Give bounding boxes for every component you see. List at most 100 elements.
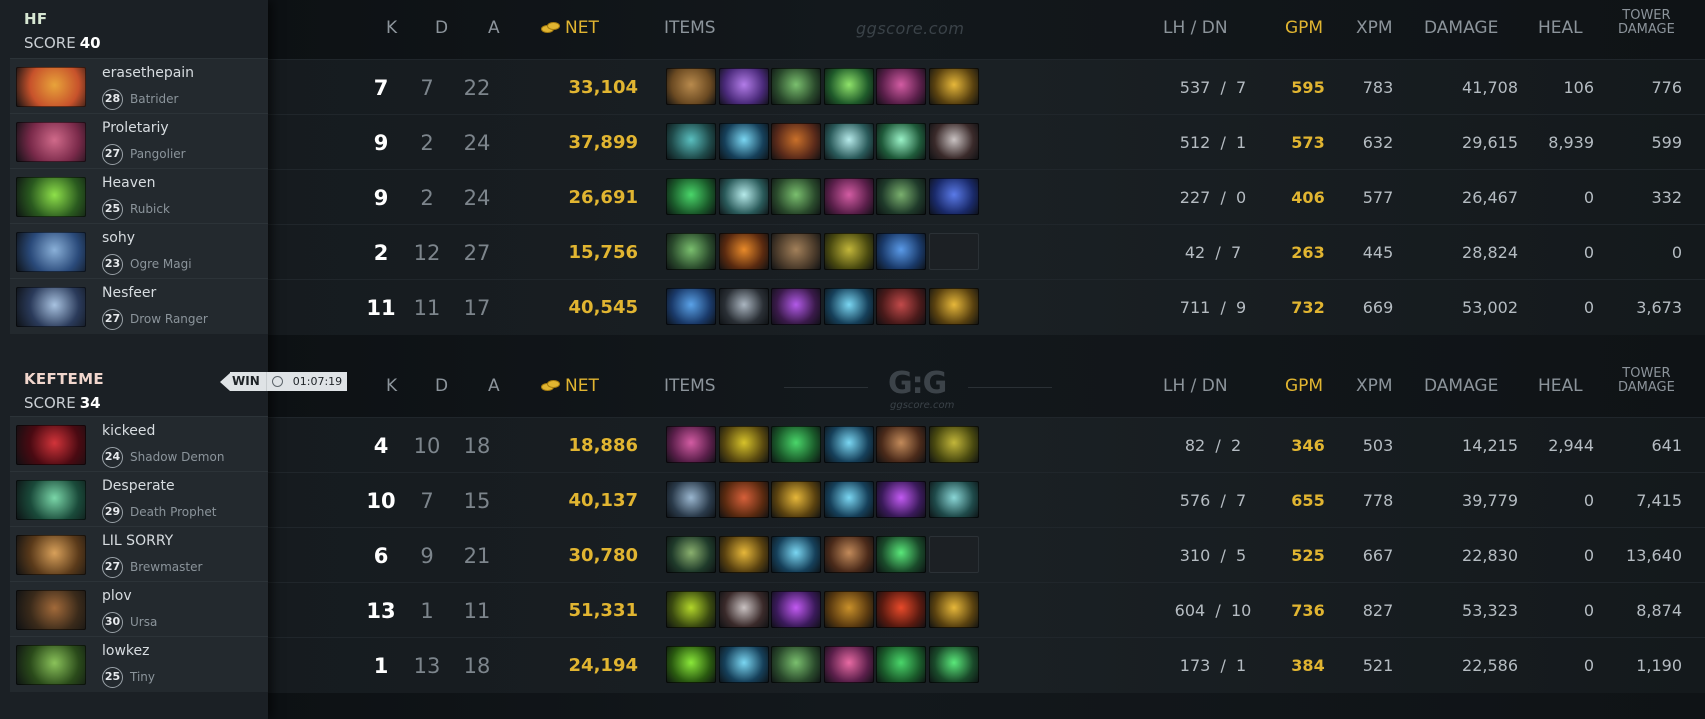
col-tower-damage[interactable]: TOWER DAMAGE bbox=[1618, 367, 1675, 395]
item-icon[interactable] bbox=[928, 123, 979, 160]
item-icon[interactable] bbox=[771, 178, 821, 215]
col-heal[interactable]: HEAL bbox=[1538, 18, 1583, 38]
item-icon[interactable] bbox=[823, 591, 874, 628]
player-card[interactable]: Nesfeer 27 Drow Ranger bbox=[10, 278, 268, 334]
item-icon[interactable] bbox=[666, 288, 716, 325]
player-card[interactable]: Heaven 25 Rubick bbox=[10, 168, 268, 224]
col-gpm[interactable]: GPM bbox=[1285, 18, 1323, 38]
item-icon[interactable] bbox=[666, 481, 716, 518]
item-icon[interactable] bbox=[823, 481, 874, 518]
item-icon[interactable] bbox=[823, 68, 874, 105]
player-name[interactable]: Nesfeer bbox=[102, 285, 156, 301]
player-card[interactable]: lowkez 25 Tiny bbox=[10, 636, 268, 692]
player-card[interactable]: sohy 23 Ogre Magi bbox=[10, 223, 268, 279]
item-icon[interactable] bbox=[823, 646, 874, 683]
item-icon[interactable] bbox=[876, 646, 926, 683]
item-icon[interactable] bbox=[771, 481, 821, 518]
item-icon[interactable] bbox=[718, 591, 769, 628]
col-xpm[interactable]: XPM bbox=[1356, 376, 1393, 396]
item-icon[interactable] bbox=[876, 591, 926, 628]
item-icon[interactable] bbox=[666, 178, 716, 215]
col-lh-dn[interactable]: LH / DN bbox=[1163, 18, 1228, 38]
player-name[interactable]: plov bbox=[102, 588, 132, 604]
item-icon[interactable] bbox=[823, 233, 874, 270]
player-name[interactable]: Proletariy bbox=[102, 120, 169, 136]
item-icon[interactable] bbox=[718, 288, 769, 325]
col-a[interactable]: A bbox=[488, 18, 500, 38]
item-icon[interactable] bbox=[876, 426, 926, 463]
col-xpm[interactable]: XPM bbox=[1356, 18, 1393, 38]
item-icon[interactable] bbox=[666, 646, 716, 683]
item-icon[interactable] bbox=[876, 481, 926, 518]
item-icon[interactable] bbox=[876, 233, 926, 270]
player-name[interactable]: LIL SORRY bbox=[102, 533, 173, 549]
col-damage[interactable]: DAMAGE bbox=[1424, 376, 1498, 396]
player-card[interactable]: Desperate 29 Death Prophet bbox=[10, 471, 268, 527]
item-icon[interactable] bbox=[771, 536, 821, 573]
item-icon[interactable] bbox=[823, 178, 874, 215]
item-icon[interactable] bbox=[718, 123, 769, 160]
player-name[interactable]: Heaven bbox=[102, 175, 156, 191]
player-card[interactable]: erasethepain 28 Batrider bbox=[10, 58, 268, 114]
player-name[interactable]: kickeed bbox=[102, 423, 155, 439]
item-icon[interactable] bbox=[771, 233, 821, 270]
item-icon[interactable] bbox=[718, 233, 769, 270]
col-a[interactable]: A bbox=[488, 376, 500, 396]
item-icon[interactable] bbox=[928, 481, 979, 518]
item-icon[interactable] bbox=[876, 536, 926, 573]
item-icon[interactable] bbox=[823, 536, 874, 573]
col-k[interactable]: K bbox=[386, 18, 397, 38]
item-icon[interactable] bbox=[666, 68, 716, 105]
item-icon[interactable] bbox=[771, 68, 821, 105]
player-name[interactable]: Desperate bbox=[102, 478, 175, 494]
item-icon[interactable] bbox=[718, 646, 769, 683]
item-icon[interactable] bbox=[876, 288, 926, 325]
item-icon[interactable] bbox=[928, 68, 979, 105]
item-icon[interactable] bbox=[771, 646, 821, 683]
item-icon[interactable] bbox=[928, 426, 979, 463]
item-icon[interactable] bbox=[771, 288, 821, 325]
col-damage[interactable]: DAMAGE bbox=[1424, 18, 1498, 38]
item-icon[interactable] bbox=[666, 123, 716, 160]
item-icon[interactable] bbox=[928, 646, 979, 683]
item-icon[interactable] bbox=[718, 178, 769, 215]
player-name[interactable]: sohy bbox=[102, 230, 135, 246]
item-icon[interactable] bbox=[876, 68, 926, 105]
item-icon[interactable] bbox=[718, 426, 769, 463]
item-icon[interactable] bbox=[928, 591, 979, 628]
player-name[interactable]: erasethepain bbox=[102, 65, 194, 81]
player-card[interactable]: LIL SORRY 27 Brewmaster bbox=[10, 526, 268, 582]
item-icon[interactable] bbox=[771, 426, 821, 463]
item-icon[interactable] bbox=[876, 123, 926, 160]
item-icon[interactable] bbox=[771, 591, 821, 628]
col-d[interactable]: D bbox=[435, 18, 448, 38]
col-gpm[interactable]: GPM bbox=[1285, 376, 1323, 396]
player-card[interactable]: kickeed 24 Shadow Demon bbox=[10, 416, 268, 472]
item-icon[interactable] bbox=[771, 123, 821, 160]
item-icon[interactable] bbox=[823, 426, 874, 463]
col-net[interactable]: NET bbox=[541, 376, 599, 396]
item-icon[interactable] bbox=[666, 426, 716, 463]
col-heal[interactable]: HEAL bbox=[1538, 376, 1583, 396]
player-name[interactable]: lowkez bbox=[102, 643, 149, 659]
item-icon[interactable] bbox=[823, 288, 874, 325]
player-card[interactable]: Proletariy 27 Pangolier bbox=[10, 113, 268, 169]
item-icon[interactable] bbox=[718, 68, 769, 105]
col-d[interactable]: D bbox=[435, 376, 448, 396]
item-icon[interactable] bbox=[823, 123, 874, 160]
item-icon[interactable] bbox=[666, 591, 716, 628]
item-icon[interactable] bbox=[666, 536, 716, 573]
item-icon[interactable] bbox=[666, 233, 716, 270]
item-icon[interactable] bbox=[876, 178, 926, 215]
col-lh-dn[interactable]: LH / DN bbox=[1163, 376, 1228, 396]
col-net[interactable]: NET bbox=[541, 18, 599, 38]
item-icon[interactable] bbox=[718, 536, 769, 573]
col-tower-damage[interactable]: TOWER DAMAGE bbox=[1618, 9, 1675, 37]
item-icon[interactable] bbox=[928, 288, 979, 325]
item-icon[interactable] bbox=[928, 536, 979, 573]
player-card[interactable]: plov 30 Ursa bbox=[10, 581, 268, 637]
col-k[interactable]: K bbox=[386, 376, 397, 396]
item-icon[interactable] bbox=[928, 178, 979, 215]
item-icon[interactable] bbox=[718, 481, 769, 518]
item-icon[interactable] bbox=[928, 233, 979, 270]
